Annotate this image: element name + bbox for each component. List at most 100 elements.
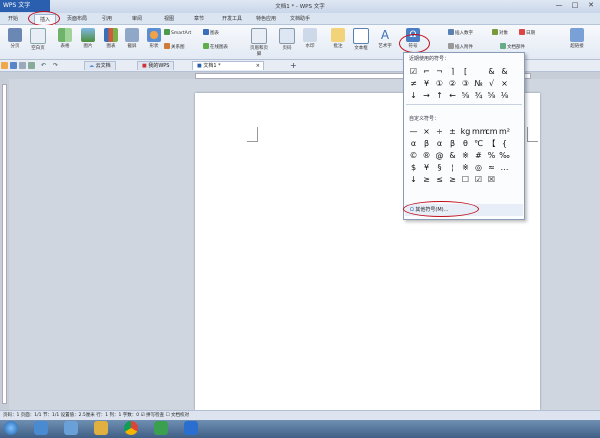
insert-number-button[interactable]: 插入数字: [448, 29, 473, 37]
custom-symbol-cell[interactable]: θ: [459, 138, 472, 150]
open-folder-icon[interactable]: [1, 62, 8, 69]
close-tab-icon[interactable]: ×: [256, 62, 260, 71]
recent-symbol-cell[interactable]: ←: [446, 90, 459, 102]
custom-symbol-cell[interactable]: —: [407, 126, 420, 138]
comment-button[interactable]: 批注: [327, 28, 349, 56]
recent-symbol-cell[interactable]: ↓: [407, 90, 420, 102]
page-break-button[interactable]: 分页: [4, 28, 26, 56]
doc-parts-button[interactable]: 文档部件: [500, 43, 525, 51]
table-button[interactable]: 表格: [54, 28, 76, 56]
folder-icon[interactable]: [94, 421, 108, 435]
recent-symbol-cell[interactable]: ②: [446, 78, 459, 90]
vertical-ruler[interactable]: [2, 84, 7, 404]
custom-symbol-cell[interactable]: ≈: [485, 162, 498, 174]
recent-symbol-cell[interactable]: √: [485, 78, 498, 90]
smartart-button[interactable]: SmartArt: [164, 29, 191, 37]
recent-symbol-cell[interactable]: ⌐: [420, 66, 433, 78]
recent-symbol-cell[interactable]: ≠: [407, 78, 420, 90]
custom-symbol-cell[interactable]: ※: [459, 150, 472, 162]
custom-symbol-cell[interactable]: β: [446, 138, 459, 150]
doc-tab-cloud[interactable]: ☁ 云文档: [84, 61, 116, 70]
wps-writer-taskbar-icon[interactable]: [184, 421, 198, 435]
blank-page-button[interactable]: 空白页: [27, 28, 49, 56]
custom-symbol-cell[interactable]: ≤: [433, 174, 446, 186]
object-button[interactable]: 对象: [492, 29, 508, 37]
custom-symbol-cell[interactable]: ®: [420, 150, 433, 162]
custom-symbol-cell[interactable]: β: [420, 138, 433, 150]
custom-symbol-cell[interactable]: ±: [446, 126, 459, 138]
maximize-button[interactable]: □: [568, 1, 582, 10]
doc-tab-my-wps[interactable]: ■ 我的WPS: [137, 61, 175, 70]
picture-button[interactable]: 图片: [77, 28, 99, 56]
custom-symbol-cell[interactable]: ©: [407, 150, 420, 162]
recent-symbol-cell[interactable]: №: [472, 78, 485, 90]
recent-symbol-cell[interactable]: ☑: [407, 66, 420, 78]
close-button[interactable]: ✕: [584, 1, 598, 10]
custom-symbol-cell[interactable]: m²: [498, 126, 511, 138]
page-number-button[interactable]: 页码: [276, 28, 298, 56]
custom-symbol-cell[interactable]: $: [407, 162, 420, 174]
tab-home[interactable]: 开始: [4, 14, 22, 24]
recent-symbol-cell[interactable]: ⅛: [498, 90, 511, 102]
chart-small-button[interactable]: 图表: [203, 29, 219, 37]
recent-symbol-cell[interactable]: ⌉: [446, 66, 459, 78]
minimize-button[interactable]: —: [552, 1, 566, 10]
custom-symbol-cell[interactable]: [498, 174, 511, 186]
custom-symbol-cell[interactable]: ≥: [446, 174, 459, 186]
recent-symbol-cell[interactable]: ①: [433, 78, 446, 90]
custom-symbol-cell[interactable]: kg: [459, 126, 472, 138]
wordart-button[interactable]: A 艺术字: [374, 28, 396, 56]
custom-symbol-cell[interactable]: …: [498, 162, 511, 174]
custom-symbol-cell[interactable]: mm: [472, 126, 488, 138]
media-player-icon[interactable]: [34, 421, 48, 435]
custom-symbol-cell[interactable]: {: [498, 138, 511, 150]
undo-icon[interactable]: ↶: [40, 62, 47, 69]
redo-icon[interactable]: ↷: [52, 62, 59, 69]
tab-page-layout[interactable]: 页面布局: [63, 14, 91, 24]
hyperlink-button[interactable]: 超链接: [566, 28, 588, 56]
custom-symbol-cell[interactable]: cm: [485, 126, 498, 138]
custom-symbol-cell[interactable]: ¥: [420, 162, 433, 174]
custom-symbol-cell[interactable]: ×: [420, 126, 433, 138]
custom-symbol-cell[interactable]: &: [446, 150, 459, 162]
custom-symbol-cell[interactable]: ¦: [446, 162, 459, 174]
insert-attachment-button[interactable]: 插入附件: [448, 43, 473, 51]
custom-symbol-cell[interactable]: @: [433, 150, 446, 162]
start-orb-icon[interactable]: [4, 421, 18, 435]
explorer-icon[interactable]: [64, 421, 78, 435]
ie-browser-icon[interactable]: [154, 421, 168, 435]
tab-view[interactable]: 视图: [160, 14, 178, 24]
tab-references[interactable]: 引用: [98, 14, 116, 24]
header-footer-button[interactable]: 页眉和页脚: [248, 28, 270, 57]
chrome-icon[interactable]: [124, 421, 138, 435]
screenshot-button[interactable]: 截屏: [121, 28, 143, 56]
custom-symbol-cell[interactable]: α: [433, 138, 446, 150]
online-chart-button[interactable]: 在线图表: [203, 43, 228, 51]
custom-symbol-cell[interactable]: %: [485, 150, 498, 162]
custom-symbol-cell[interactable]: ‰: [498, 150, 511, 162]
custom-symbol-cell[interactable]: ☐: [459, 174, 472, 186]
custom-symbol-cell[interactable]: #: [472, 150, 485, 162]
recent-symbol-cell[interactable]: ¬: [433, 66, 446, 78]
date-button[interactable]: 日期: [519, 29, 535, 37]
print-preview-icon[interactable]: [28, 62, 35, 69]
tab-chapter[interactable]: 章节: [190, 14, 208, 24]
recent-symbol-cell[interactable]: ×: [498, 78, 511, 90]
custom-symbol-cell[interactable]: ≥: [420, 174, 433, 186]
relation-chart-button[interactable]: 关系图: [164, 43, 185, 51]
custom-symbol-cell[interactable]: ◎: [472, 162, 485, 174]
tab-review[interactable]: 审阅: [128, 14, 146, 24]
recent-symbol-cell[interactable]: &: [485, 66, 498, 78]
chart-button[interactable]: 图表: [100, 28, 122, 56]
recent-symbol-cell[interactable]: &: [498, 66, 511, 78]
custom-symbol-cell[interactable]: ↓: [407, 174, 420, 186]
custom-symbol-cell[interactable]: 【: [485, 138, 498, 150]
recent-symbol-cell[interactable]: ⅝: [459, 90, 472, 102]
tab-doc-assistant[interactable]: 文档助手: [286, 14, 314, 24]
doc-tab-document1[interactable]: ■ 文档1 * ×: [192, 61, 264, 70]
custom-symbol-cell[interactable]: ※: [459, 162, 472, 174]
tab-special-apps[interactable]: 特色应用: [252, 14, 280, 24]
shapes-button[interactable]: 形状: [143, 28, 165, 56]
custom-symbol-cell[interactable]: ☑: [472, 174, 485, 186]
print-icon[interactable]: [19, 62, 26, 69]
